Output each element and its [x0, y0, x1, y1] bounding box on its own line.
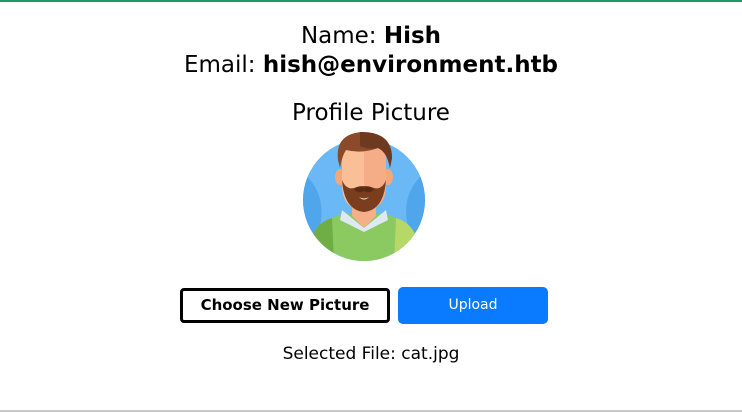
top-accent-bar — [0, 0, 742, 2]
profile-picture-title: Profile Picture — [292, 100, 450, 126]
profile-name: Name: Hish — [0, 22, 742, 50]
choose-new-picture-button[interactable]: Choose New Picture — [180, 288, 390, 323]
selected-file-value: cat.jpg — [401, 344, 460, 364]
name-label: Name: — [300, 23, 377, 49]
email-value: hish@environment.htb — [262, 52, 559, 78]
upload-button[interactable]: Upload — [398, 287, 548, 324]
profile-email: Email: hish@environment.htb — [0, 51, 742, 79]
avatar — [302, 132, 426, 262]
selected-file-status: Selected File: cat.jpg — [0, 343, 742, 365]
selected-file-label: Selected File: — [282, 344, 396, 364]
email-label: Email: — [183, 52, 256, 78]
bottom-divider — [0, 410, 742, 412]
name-value: Hish — [383, 23, 442, 49]
man-avatar-icon — [303, 132, 425, 261]
